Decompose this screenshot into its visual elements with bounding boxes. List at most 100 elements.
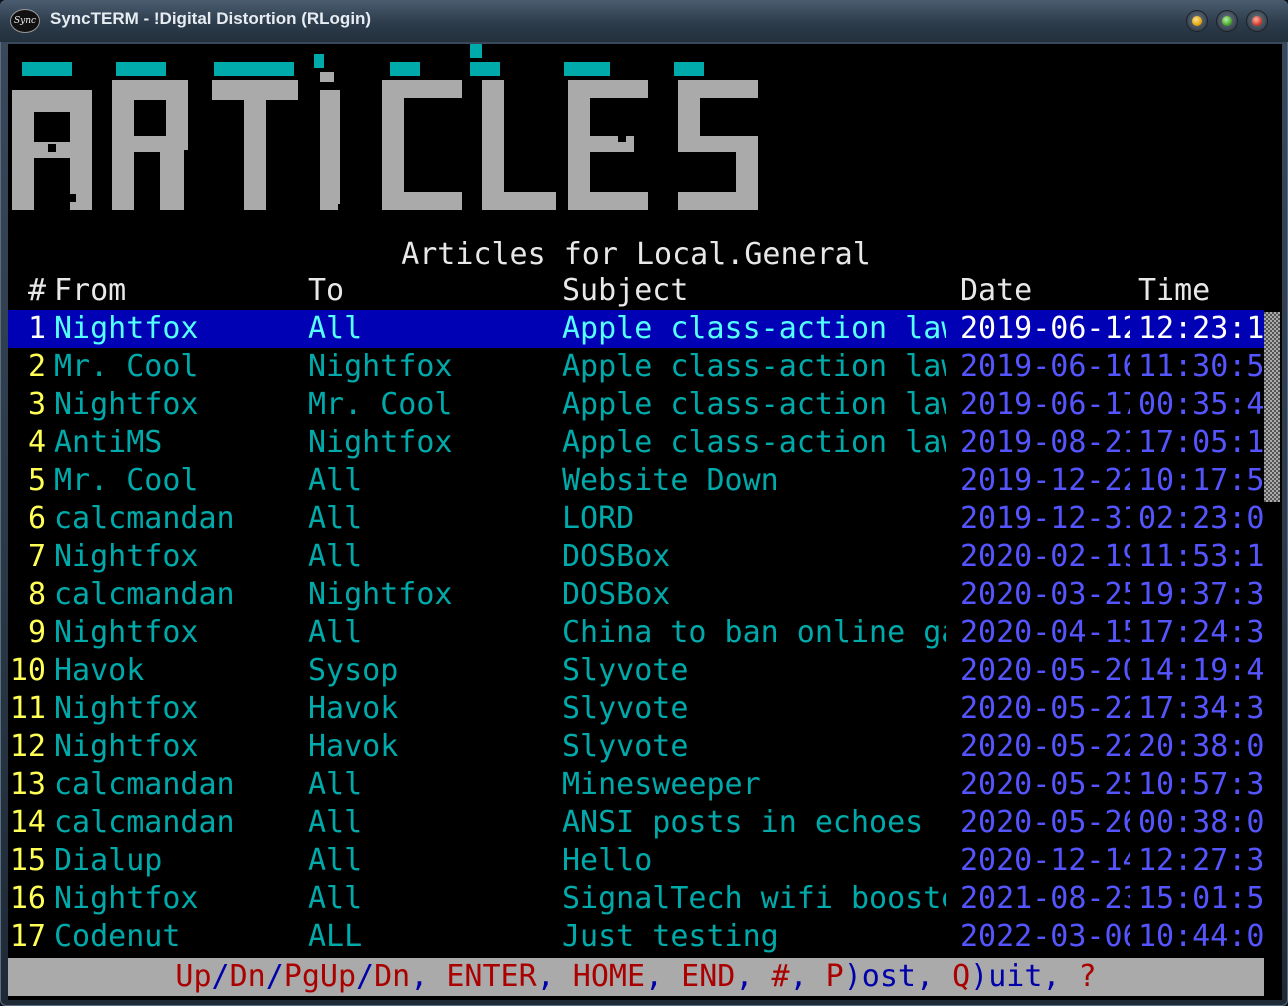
article-from: calcmandan: [54, 805, 235, 840]
article-row[interactable]: 3Nightfox Mr. Cool Apple class-action laws…: [8, 386, 1268, 424]
hotkey-separator: ,: [915, 959, 953, 994]
article-row[interactable]: 2Mr. Cool Nightfox Apple class-action laws…: [8, 348, 1268, 386]
article-date: 2020-05-22: [960, 691, 1130, 726]
article-time: 11:30:55: [1138, 349, 1268, 384]
article-from: Nightfox: [54, 539, 199, 574]
article-num: 7: [27, 539, 46, 574]
minimize-button[interactable]: [1186, 10, 1208, 32]
article-subject: Apple class-action lawsu: [562, 349, 946, 384]
article-time: 20:38:01: [1138, 729, 1268, 764]
column-header-date: Date: [960, 273, 1033, 308]
hotkey-label: #: [771, 959, 790, 994]
article-from: Nightfox: [54, 691, 199, 726]
article-date: 2020-03-25: [960, 577, 1130, 612]
article-row[interactable]: 7Nightfox All DOSBox 2020-02-1911:53:11: [8, 538, 1268, 576]
article-time: 19:37:36: [1138, 577, 1268, 612]
article-from: Nightfox: [54, 311, 199, 346]
article-num: 2: [27, 349, 46, 384]
article-row[interactable]: 17 Codenut ALL Just testing 2022-03-06 10:44:…: [8, 918, 1268, 956]
article-row[interactable]: 14 calcmandan All ANSI posts in echoes 2020-…: [8, 804, 1268, 842]
article-from: calcmandan: [54, 577, 235, 612]
article-subject: DOSBox: [562, 577, 671, 612]
hotkey-separator: /: [265, 959, 284, 994]
article-subject: Slyvote: [562, 653, 689, 688]
hotkey-separator: ,: [1042, 959, 1079, 994]
article-row[interactable]: 16 Nightfox All SignalTech wifi booster 2021…: [8, 880, 1268, 918]
article-from: calcmandan: [54, 767, 235, 802]
hotkey-separator: )uit: [970, 959, 1043, 994]
article-from: Nightfox: [54, 387, 199, 422]
column-header-row: # From To Subject Date Time: [8, 272, 1264, 310]
article-to: All: [308, 501, 363, 536]
key-help-bar: Up/Dn/PgUp/Dn, ENTER, HOME, END, #, P)os…: [8, 958, 1264, 996]
article-num: 3: [27, 387, 46, 422]
article-row[interactable]: 1Nightfox All Apple class-action lawsu 2019…: [8, 310, 1268, 348]
article-date: 2019-06-17: [960, 387, 1130, 422]
article-from: Mr. Cool: [54, 463, 199, 498]
column-header-from: From: [54, 273, 127, 308]
terminal-screen[interactable]: Articles for Local.General # From To Sub…: [8, 44, 1282, 1000]
article-subject: Minesweeper: [562, 767, 761, 802]
hotkey-label: HOME: [572, 959, 646, 994]
article-num: 12: [9, 729, 46, 764]
article-row[interactable]: 5 Mr. Cool All Website Down 2019-12-22 10:17:…: [8, 462, 1268, 500]
article-subject: Apple class-action lawsu: [562, 311, 946, 346]
hotkey-label: Dn: [229, 959, 266, 994]
article-date: 2020-05-20: [960, 653, 1130, 688]
article-subject: Slyvote: [562, 691, 689, 726]
maximize-button[interactable]: [1216, 10, 1238, 32]
article-to: ALL: [308, 919, 363, 954]
article-to: All: [308, 539, 363, 574]
article-to: Havok: [308, 691, 399, 726]
article-row[interactable]: 13 calcmandan All Minesweeper 2020-05-25 10:5…: [8, 766, 1268, 804]
scrollbar-thumb[interactable]: [1264, 312, 1280, 502]
article-row[interactable]: 9Nightfox All China to ban online gami 2020…: [8, 614, 1268, 652]
article-row[interactable]: 10Havok Sysop Slyvote 2020-05-2014:19:46: [8, 652, 1268, 690]
article-num: 9: [27, 615, 46, 650]
article-from: Havok: [54, 653, 145, 688]
app-window: Sync SyncTERM - !Digital Distortion (RLo…: [0, 0, 1288, 1006]
syncterm-app-icon[interactable]: Sync: [10, 9, 40, 33]
article-to: All: [308, 805, 363, 840]
article-from: Nightfox: [54, 729, 199, 764]
scrollbar[interactable]: [1264, 312, 1280, 958]
article-num: 6: [27, 501, 46, 536]
article-from: AntiMS: [54, 425, 163, 460]
title-bar[interactable]: Sync SyncTERM - !Digital Distortion (RLo…: [0, 0, 1288, 42]
article-num: 15: [9, 843, 46, 878]
article-date: 2019-06-12: [960, 311, 1130, 346]
article-time: 00:38:00: [1138, 805, 1268, 840]
article-to: All: [308, 311, 363, 346]
article-row[interactable]: 4AntiMS Nightfox Apple class-action lawsu 2…: [8, 424, 1268, 462]
hotkey-separator: ,: [536, 959, 573, 994]
article-from: Nightfox: [54, 615, 199, 650]
article-time: 15:01:58: [1138, 881, 1268, 916]
page-heading: Articles for Local.General: [401, 237, 871, 272]
close-button[interactable]: [1246, 10, 1268, 32]
hotkey-separator: ,: [735, 959, 772, 994]
article-date: 2021-08-23: [960, 881, 1130, 916]
article-row[interactable]: 11Nightfox Havok Slyvote 2020-05-2217:34:39: [8, 690, 1268, 728]
window-title: SyncTERM - !Digital Distortion (RLogin): [50, 9, 372, 28]
article-num: 4: [27, 425, 46, 460]
article-num: 5: [27, 463, 46, 498]
column-header-subject: Subject: [562, 273, 689, 308]
article-row[interactable]: 8 calcmandan Nightfox DOSBox 2020-03-25 19:37…: [8, 576, 1268, 614]
article-date: 2020-05-26: [960, 805, 1130, 840]
article-subject: ANSI posts in echoes: [562, 805, 924, 840]
article-subject: Apple class-action lawsu: [562, 425, 946, 460]
article-time: 11:53:11: [1138, 539, 1268, 574]
article-subject: Hello: [562, 843, 653, 878]
hotkey-label: ENTER: [446, 959, 537, 994]
article-time: 17:34:39: [1138, 691, 1268, 726]
column-header-num: #: [27, 273, 46, 308]
article-from: Mr. Cool: [54, 349, 199, 384]
article-from: Codenut: [54, 919, 181, 954]
article-row[interactable]: 6calcmandan All LORD 2019-12-3102:23:05: [8, 500, 1268, 538]
hotkey-separator: )ost: [843, 959, 916, 994]
article-num: 11: [9, 691, 46, 726]
article-time: 10:57:31: [1138, 767, 1268, 802]
article-row[interactable]: 15Dialup All Hello 2020-12-1412:27:34: [8, 842, 1268, 880]
article-row[interactable]: 12Nightfox Havok Slyvote 2020-05-2220:38:01: [8, 728, 1268, 766]
hotkey-label: END: [681, 959, 736, 994]
